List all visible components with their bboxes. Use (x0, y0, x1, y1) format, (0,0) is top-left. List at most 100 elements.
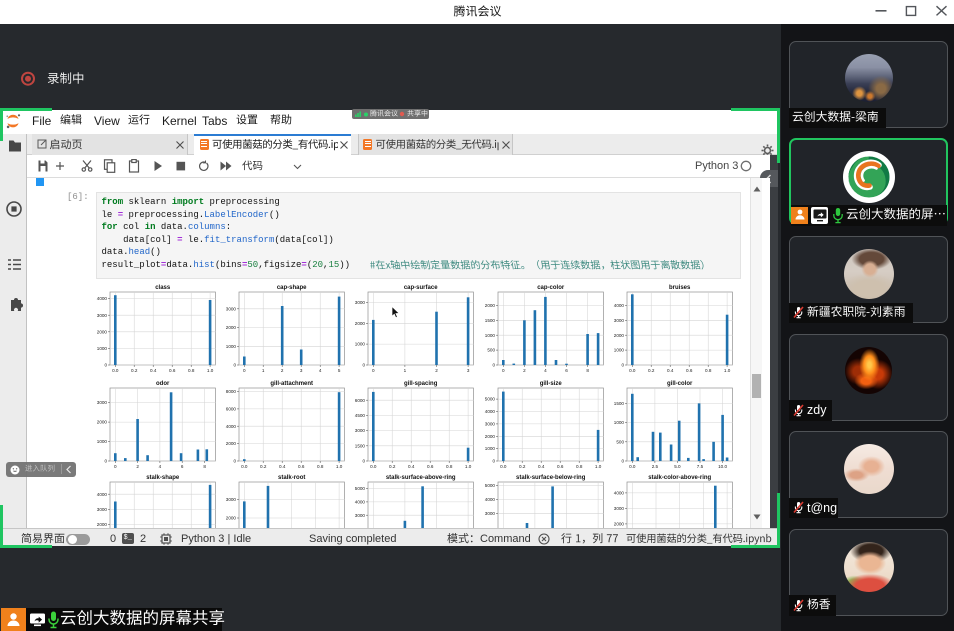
svg-text:10.0: 10.0 (718, 464, 727, 469)
svg-text:3000: 3000 (97, 400, 108, 405)
svg-text:5000: 5000 (484, 396, 495, 401)
svg-text:500: 500 (616, 439, 624, 444)
svg-text:4000: 4000 (355, 500, 366, 505)
svg-text:0.4: 0.4 (150, 368, 157, 373)
svg-text:0: 0 (363, 363, 366, 368)
svg-text:2000: 2000 (226, 441, 237, 446)
svg-text:6000: 6000 (226, 406, 237, 411)
svg-text:0: 0 (492, 458, 495, 463)
svg-text:6: 6 (181, 464, 184, 469)
svg-text:0.0: 0.0 (370, 464, 377, 469)
svg-text:stalk-color-above-ring: stalk-color-above-ring (648, 475, 711, 481)
svg-text:0: 0 (104, 458, 107, 463)
svg-text:0.4: 0.4 (279, 464, 286, 469)
svg-text:0.8: 0.8 (317, 464, 324, 469)
svg-text:4500: 4500 (355, 413, 366, 418)
svg-text:0.4: 0.4 (667, 368, 674, 373)
svg-text:1.0: 1.0 (724, 368, 731, 373)
svg-text:7.5: 7.5 (697, 464, 704, 469)
svg-text:0.8: 0.8 (705, 368, 712, 373)
svg-text:1.0: 1.0 (594, 464, 601, 469)
svg-text:0.8: 0.8 (446, 464, 453, 469)
svg-text:1000: 1000 (97, 346, 108, 351)
svg-text:1000: 1000 (97, 439, 108, 444)
svg-text:0.2: 0.2 (389, 464, 396, 469)
svg-text:1500: 1500 (355, 443, 366, 448)
svg-text:3000: 3000 (355, 513, 366, 518)
svg-text:stalk-root: stalk-root (278, 475, 305, 481)
svg-text:0.0: 0.0 (241, 464, 248, 469)
svg-text:0: 0 (114, 464, 117, 469)
svg-text:odor: odor (156, 380, 170, 386)
svg-text:3: 3 (300, 368, 303, 373)
svg-text:0: 0 (621, 363, 624, 368)
svg-text:4000: 4000 (97, 296, 108, 301)
svg-text:8: 8 (203, 464, 206, 469)
svg-text:4000: 4000 (614, 491, 625, 496)
svg-text:2000: 2000 (97, 522, 108, 527)
svg-text:2000: 2000 (355, 321, 366, 326)
svg-text:cap-surface: cap-surface (404, 285, 438, 291)
svg-text:cap-color: cap-color (537, 285, 565, 291)
svg-text:4: 4 (159, 464, 162, 469)
svg-text:1.0: 1.0 (336, 464, 343, 469)
svg-text:8: 8 (586, 368, 589, 373)
svg-text:6: 6 (565, 368, 568, 373)
svg-text:gill-attachment: gill-attachment (271, 380, 314, 386)
svg-text:0.6: 0.6 (298, 464, 305, 469)
svg-text:0: 0 (502, 368, 505, 373)
svg-text:1: 1 (262, 368, 265, 373)
svg-text:500: 500 (487, 348, 495, 353)
svg-text:1000: 1000 (226, 344, 237, 349)
svg-text:1500: 1500 (614, 401, 625, 406)
svg-text:0.6: 0.6 (169, 368, 176, 373)
svg-text:0.6: 0.6 (427, 464, 434, 469)
svg-text:2000: 2000 (484, 433, 495, 438)
svg-text:0: 0 (621, 458, 624, 463)
svg-text:0.4: 0.4 (408, 464, 415, 469)
svg-text:3000: 3000 (484, 421, 495, 426)
svg-text:1000: 1000 (484, 333, 495, 338)
svg-text:0.0: 0.0 (500, 464, 507, 469)
svg-text:0.2: 0.2 (260, 464, 267, 469)
svg-text:5.0: 5.0 (674, 464, 681, 469)
svg-text:2000: 2000 (97, 330, 108, 335)
svg-text:0: 0 (234, 363, 237, 368)
svg-text:6000: 6000 (355, 397, 366, 402)
svg-text:2000: 2000 (226, 325, 237, 330)
svg-text:0.0: 0.0 (112, 368, 119, 373)
svg-text:4000: 4000 (614, 303, 625, 308)
svg-text:1: 1 (404, 368, 407, 373)
svg-text:stalk-surface-below-ring: stalk-surface-below-ring (516, 475, 586, 481)
svg-text:5000: 5000 (355, 486, 366, 491)
svg-text:3000: 3000 (355, 300, 366, 305)
svg-text:2000: 2000 (97, 419, 108, 424)
svg-text:3: 3 (467, 368, 470, 373)
svg-text:0.2: 0.2 (131, 368, 138, 373)
svg-text:bruises: bruises (669, 285, 691, 291)
svg-text:2: 2 (523, 368, 526, 373)
svg-text:0.2: 0.2 (648, 368, 655, 373)
svg-text:0.6: 0.6 (686, 368, 693, 373)
svg-text:3000: 3000 (97, 313, 108, 318)
svg-text:0.0: 0.0 (629, 368, 636, 373)
svg-text:2000: 2000 (614, 333, 625, 338)
svg-text:class: class (155, 285, 171, 291)
svg-text:3000: 3000 (484, 511, 495, 516)
svg-text:3000: 3000 (614, 506, 625, 511)
svg-text:0: 0 (363, 458, 366, 463)
svg-text:2000: 2000 (226, 516, 237, 521)
svg-text:3000: 3000 (226, 307, 237, 312)
svg-text:1000: 1000 (614, 420, 625, 425)
svg-text:2: 2 (436, 368, 439, 373)
svg-text:stalk-surface-above-ring: stalk-surface-above-ring (386, 475, 456, 481)
svg-text:1000: 1000 (484, 446, 495, 451)
svg-text:0: 0 (104, 363, 107, 368)
svg-text:4000: 4000 (226, 423, 237, 428)
svg-text:0.2: 0.2 (519, 464, 526, 469)
svg-text:0: 0 (372, 368, 375, 373)
svg-text:2.5: 2.5 (652, 464, 659, 469)
svg-text:stalk-shape: stalk-shape (146, 475, 180, 481)
svg-text:5: 5 (338, 368, 341, 373)
svg-text:3000: 3000 (614, 318, 625, 323)
